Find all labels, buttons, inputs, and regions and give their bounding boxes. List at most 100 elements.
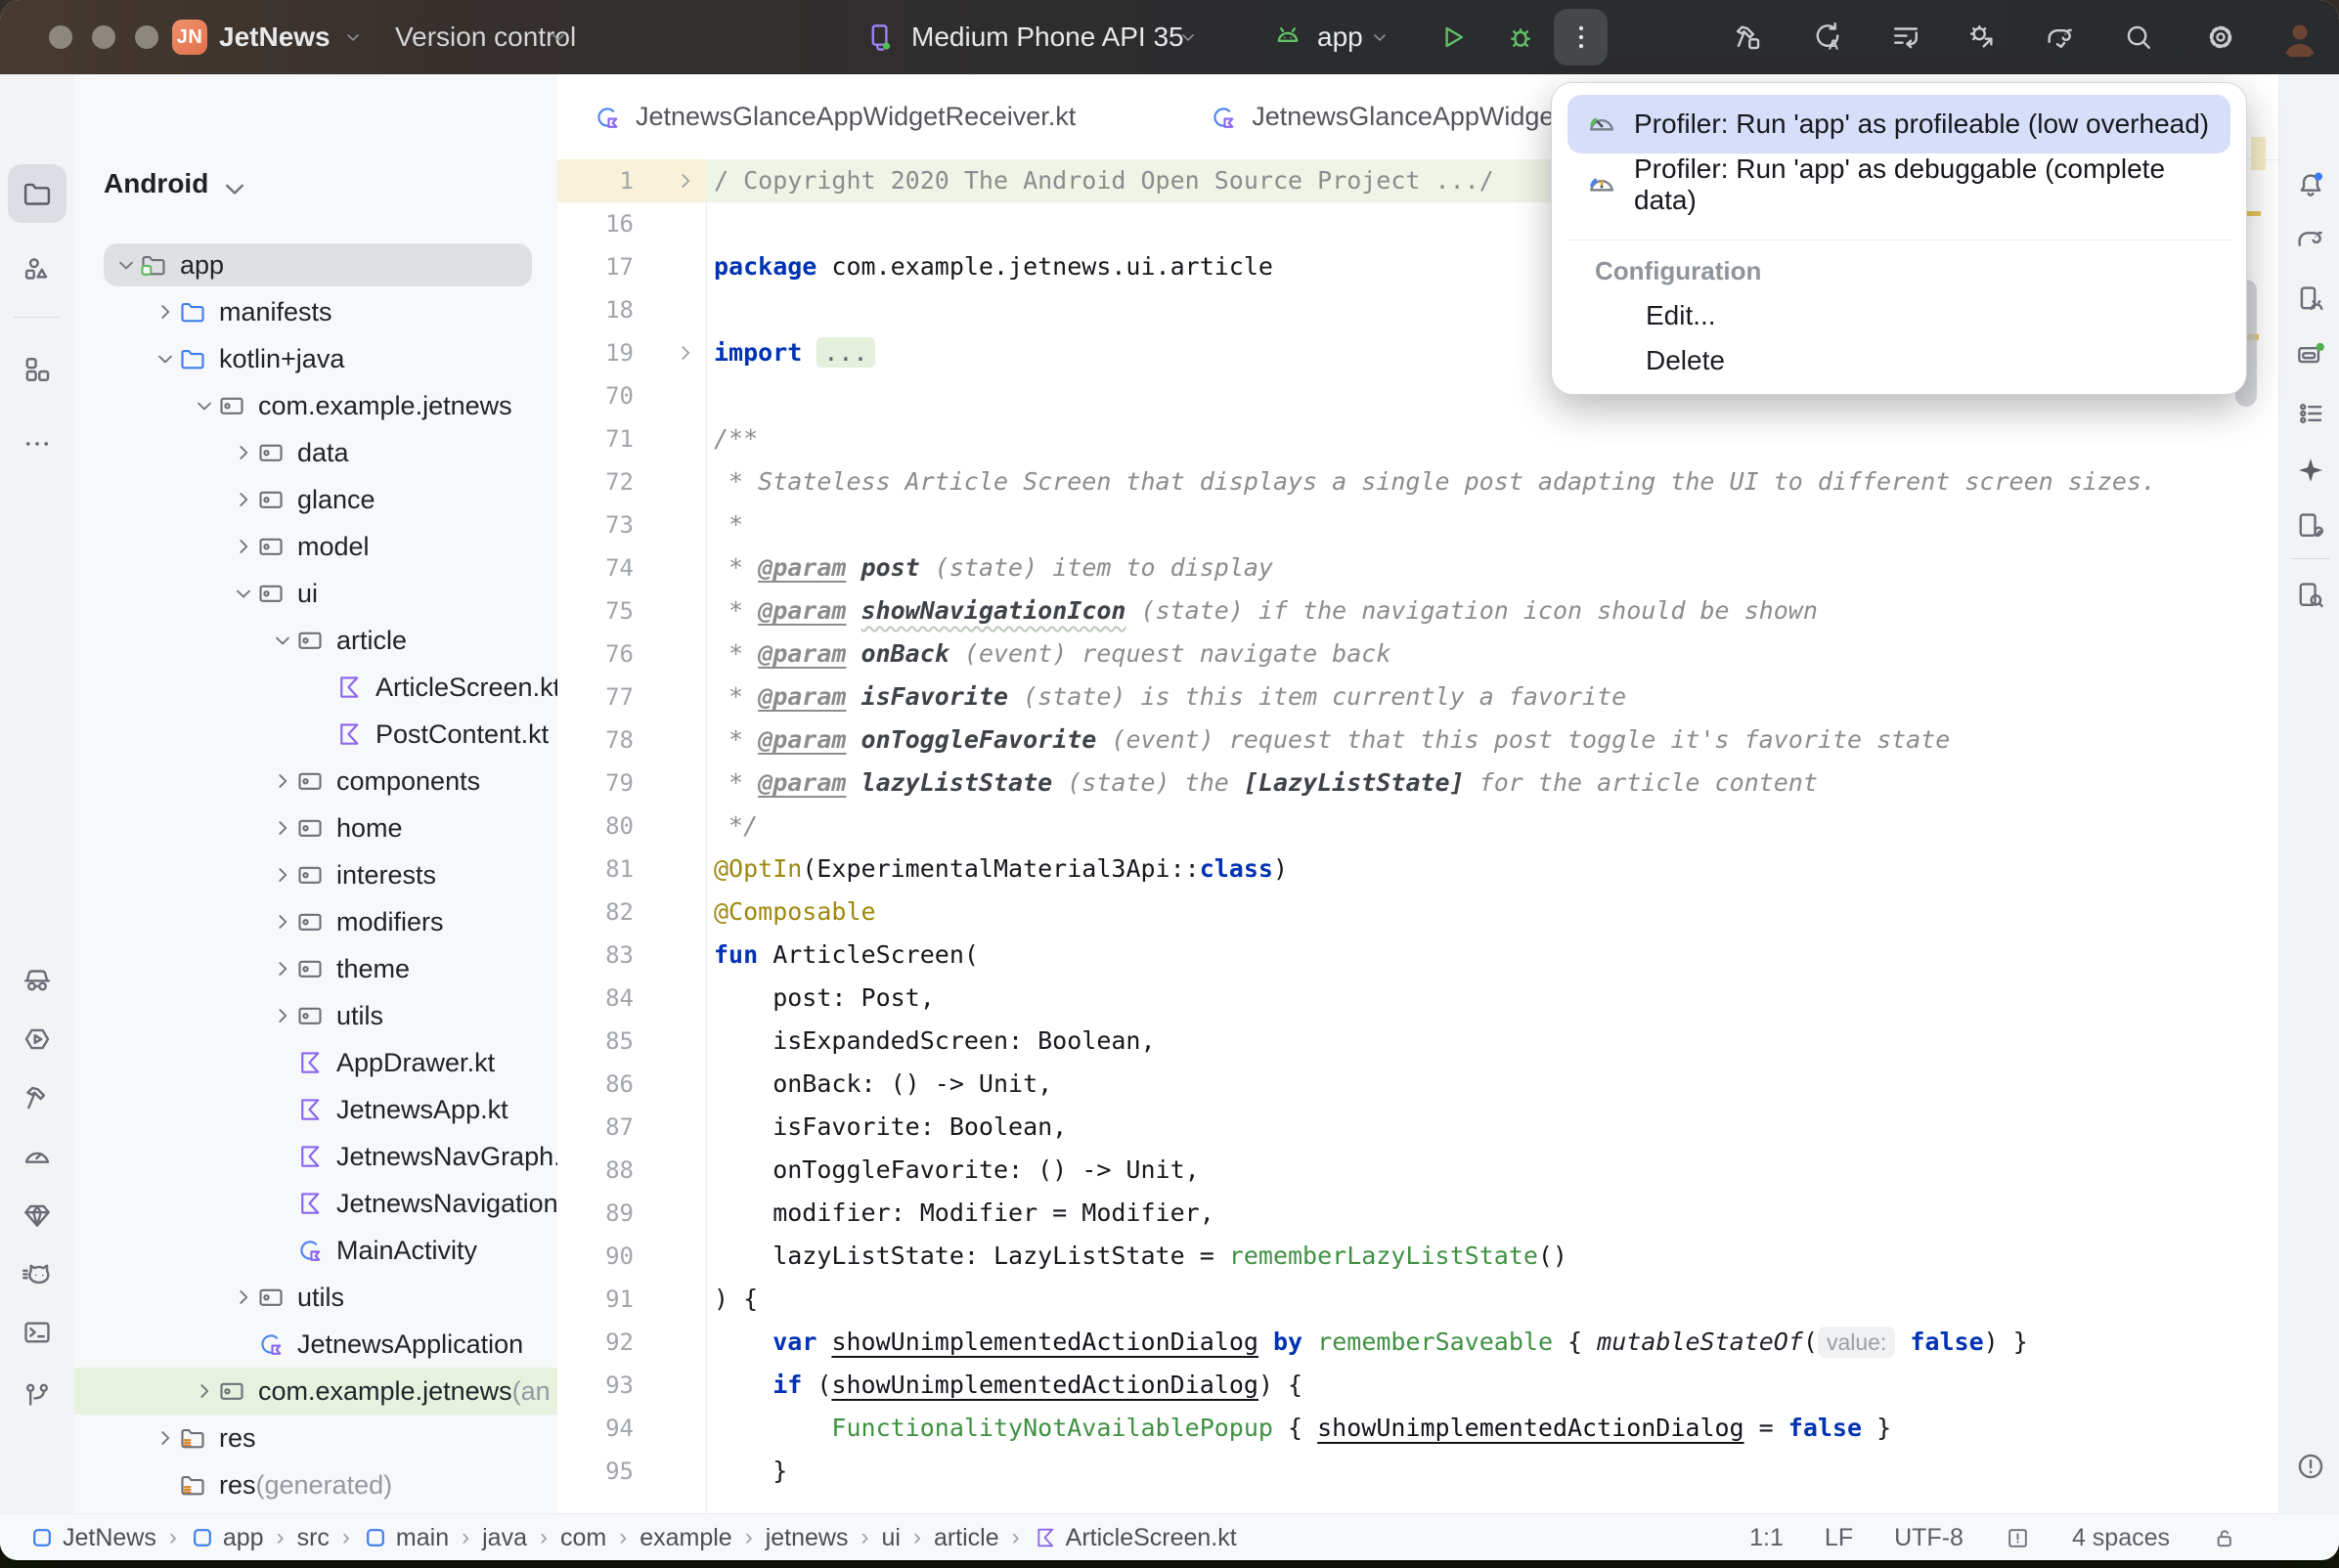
code-line-89[interactable]: 89 modifier: Modifier = Modifier,: [557, 1192, 2278, 1235]
line-number[interactable]: 18: [557, 288, 634, 331]
chevron-right-icon[interactable]: [270, 815, 295, 841]
tree-item-postcontent-kt[interactable]: PostContent.kt: [74, 711, 557, 758]
code-line-81[interactable]: 81@OptIn(ExperimentalMaterial3Api::class…: [557, 848, 2278, 891]
code-line-72[interactable]: 72 * Stateless Article Screen that displ…: [557, 460, 2278, 503]
window-close-button[interactable]: [49, 25, 72, 49]
tree-item-manifests[interactable]: manifests: [74, 288, 557, 335]
line-number[interactable]: 89: [557, 1192, 634, 1235]
line-number[interactable]: 86: [557, 1063, 634, 1106]
chevron-down-icon[interactable]: [153, 346, 178, 371]
breadcrumb-ui[interactable]: ui: [881, 1524, 900, 1552]
line-number[interactable]: 73: [557, 503, 634, 546]
code-line-75[interactable]: 75 * @param showNavigationIcon (state) i…: [557, 589, 2278, 632]
app-inspection-icon[interactable]: [21, 964, 54, 997]
code-line-92[interactable]: 92 var showUnimplementedActionDialog by …: [557, 1321, 2278, 1364]
chevron-down-icon[interactable]: [192, 393, 217, 418]
line-number[interactable]: 90: [557, 1235, 634, 1278]
code-line-94[interactable]: 94 FunctionalityNotAvailablePopup { show…: [557, 1407, 2278, 1450]
line-ending[interactable]: LF: [1825, 1524, 1853, 1552]
line-number[interactable]: 95: [557, 1450, 634, 1493]
code-line-77[interactable]: 77 * @param isFavorite (state) is this i…: [557, 675, 2278, 719]
indent-setting[interactable]: 4 spaces: [2072, 1524, 2170, 1552]
code-line-73[interactable]: 73 *: [557, 503, 2278, 546]
chevron-right-icon[interactable]: [231, 1285, 256, 1310]
project-view-selector[interactable]: Android: [104, 168, 242, 199]
code-line-78[interactable]: 78 * @param onToggleFavorite (event) req…: [557, 719, 2278, 762]
chevron-right-icon[interactable]: [231, 440, 256, 465]
line-number[interactable]: 93: [557, 1364, 634, 1407]
line-number[interactable]: 77: [557, 675, 634, 719]
more-run-options-button[interactable]: [1554, 9, 1608, 65]
running-devices-icon[interactable]: [21, 1023, 54, 1056]
code-line-76[interactable]: 76 * @param onBack (event) request navig…: [557, 632, 2278, 675]
tree-item-app[interactable]: app: [74, 241, 557, 288]
breadcrumb-jetnews[interactable]: JetNews: [29, 1524, 156, 1552]
code-line-86[interactable]: 86 onBack: () -> Unit,: [557, 1063, 2278, 1106]
run-button[interactable]: [1435, 21, 1469, 54]
chevron-right-icon[interactable]: [270, 1003, 295, 1028]
tree-item-ui[interactable]: ui: [74, 570, 557, 617]
tab-jetnewsglanceappwidgetreceiver-kt[interactable]: JetnewsGlanceAppWidgetReceiver.kt: [557, 74, 1173, 159]
project-selector[interactable]: JetNews: [219, 0, 331, 74]
tree-item-home[interactable]: home: [74, 805, 557, 851]
chevron-right-icon[interactable]: [153, 1425, 178, 1451]
chevron-right-icon[interactable]: [270, 909, 295, 935]
tree-item-jetnewsapplication[interactable]: JetnewsApplication: [74, 1321, 557, 1368]
code-line-74[interactable]: 74 * @param post (state) item to display: [557, 546, 2278, 589]
line-number[interactable]: 92: [557, 1321, 634, 1364]
breadcrumb-example[interactable]: example: [640, 1524, 732, 1552]
code-line-71[interactable]: 71/**: [557, 417, 2278, 460]
line-number[interactable]: 83: [557, 934, 634, 977]
more-tool-windows-icon[interactable]: [21, 427, 54, 460]
device-selector[interactable]: Medium Phone API 35: [911, 0, 1184, 74]
debug-button[interactable]: [1504, 21, 1537, 54]
apply-code-changes-icon[interactable]: A: [1811, 21, 1844, 54]
line-number[interactable]: 79: [557, 762, 634, 805]
line-number[interactable]: 75: [557, 589, 634, 632]
gradle-sync-icon[interactable]: [2044, 21, 2077, 54]
tree-item-res[interactable]: res: [74, 1415, 557, 1461]
tree-item-modifiers[interactable]: modifiers: [74, 898, 557, 945]
breadcrumb-src[interactable]: src: [297, 1524, 330, 1552]
structure-icon[interactable]: [2294, 397, 2327, 430]
gemini-icon[interactable]: [2294, 454, 2327, 487]
line-number[interactable]: 85: [557, 1020, 634, 1063]
tree-item-com-example-jetnews[interactable]: com.example.jetnews: [74, 382, 557, 429]
code-line-87[interactable]: 87 isFavorite: Boolean,: [557, 1106, 2278, 1149]
code-line-90[interactable]: 90 lazyListState: LazyListState = rememb…: [557, 1235, 2278, 1278]
caret-position[interactable]: 1:1: [1749, 1524, 1784, 1552]
fold-marker-icon[interactable]: [673, 168, 698, 194]
line-number[interactable]: 17: [557, 245, 634, 288]
build-tool-icon[interactable]: [21, 1081, 54, 1114]
tree-item-com-example-jetnews-an[interactable]: com.example.jetnews (an: [74, 1368, 557, 1415]
tree-item-article[interactable]: article: [74, 617, 557, 664]
code-line-83[interactable]: 83fun ArticleScreen(: [557, 934, 2278, 977]
line-number[interactable]: 88: [557, 1149, 634, 1192]
running-devices-panel-icon[interactable]: [2294, 338, 2327, 371]
notifications-icon[interactable]: [2294, 169, 2327, 202]
line-number[interactable]: 74: [557, 546, 634, 589]
chevron-down-icon[interactable]: [270, 628, 295, 653]
terminal-icon[interactable]: [21, 1316, 54, 1349]
attach-debugger-icon[interactable]: [1965, 21, 1999, 54]
tree-item-theme[interactable]: theme: [74, 945, 557, 992]
device-explorer-icon[interactable]: [2294, 579, 2327, 612]
tree-item-glance[interactable]: glance: [74, 476, 557, 523]
chevron-right-icon[interactable]: [231, 534, 256, 559]
line-number[interactable]: 78: [557, 719, 634, 762]
tree-item-kotlin-java[interactable]: kotlin+java: [74, 335, 557, 382]
tree-item-data[interactable]: data: [74, 429, 557, 476]
avatar[interactable]: [2278, 16, 2321, 59]
tree-item-jetnewsnavigation[interactable]: JetnewsNavigation: [74, 1180, 557, 1227]
chevron-right-icon[interactable]: [192, 1378, 217, 1404]
tree-item-jetnewsnavgraph[interactable]: JetnewsNavGraph.: [74, 1133, 557, 1180]
highlighting-level-icon[interactable]: [2005, 1525, 2031, 1551]
breadcrumb-jetnews[interactable]: jetnews: [766, 1524, 849, 1552]
tree-item-utils[interactable]: utils: [74, 992, 557, 1039]
line-number[interactable]: 91: [557, 1278, 634, 1321]
breadcrumb-main[interactable]: main: [363, 1524, 449, 1552]
line-number[interactable]: 84: [557, 977, 634, 1020]
breadcrumb-java[interactable]: java: [482, 1524, 527, 1552]
gradle-icon[interactable]: [2294, 222, 2327, 255]
fold-marker-icon[interactable]: [673, 340, 698, 366]
